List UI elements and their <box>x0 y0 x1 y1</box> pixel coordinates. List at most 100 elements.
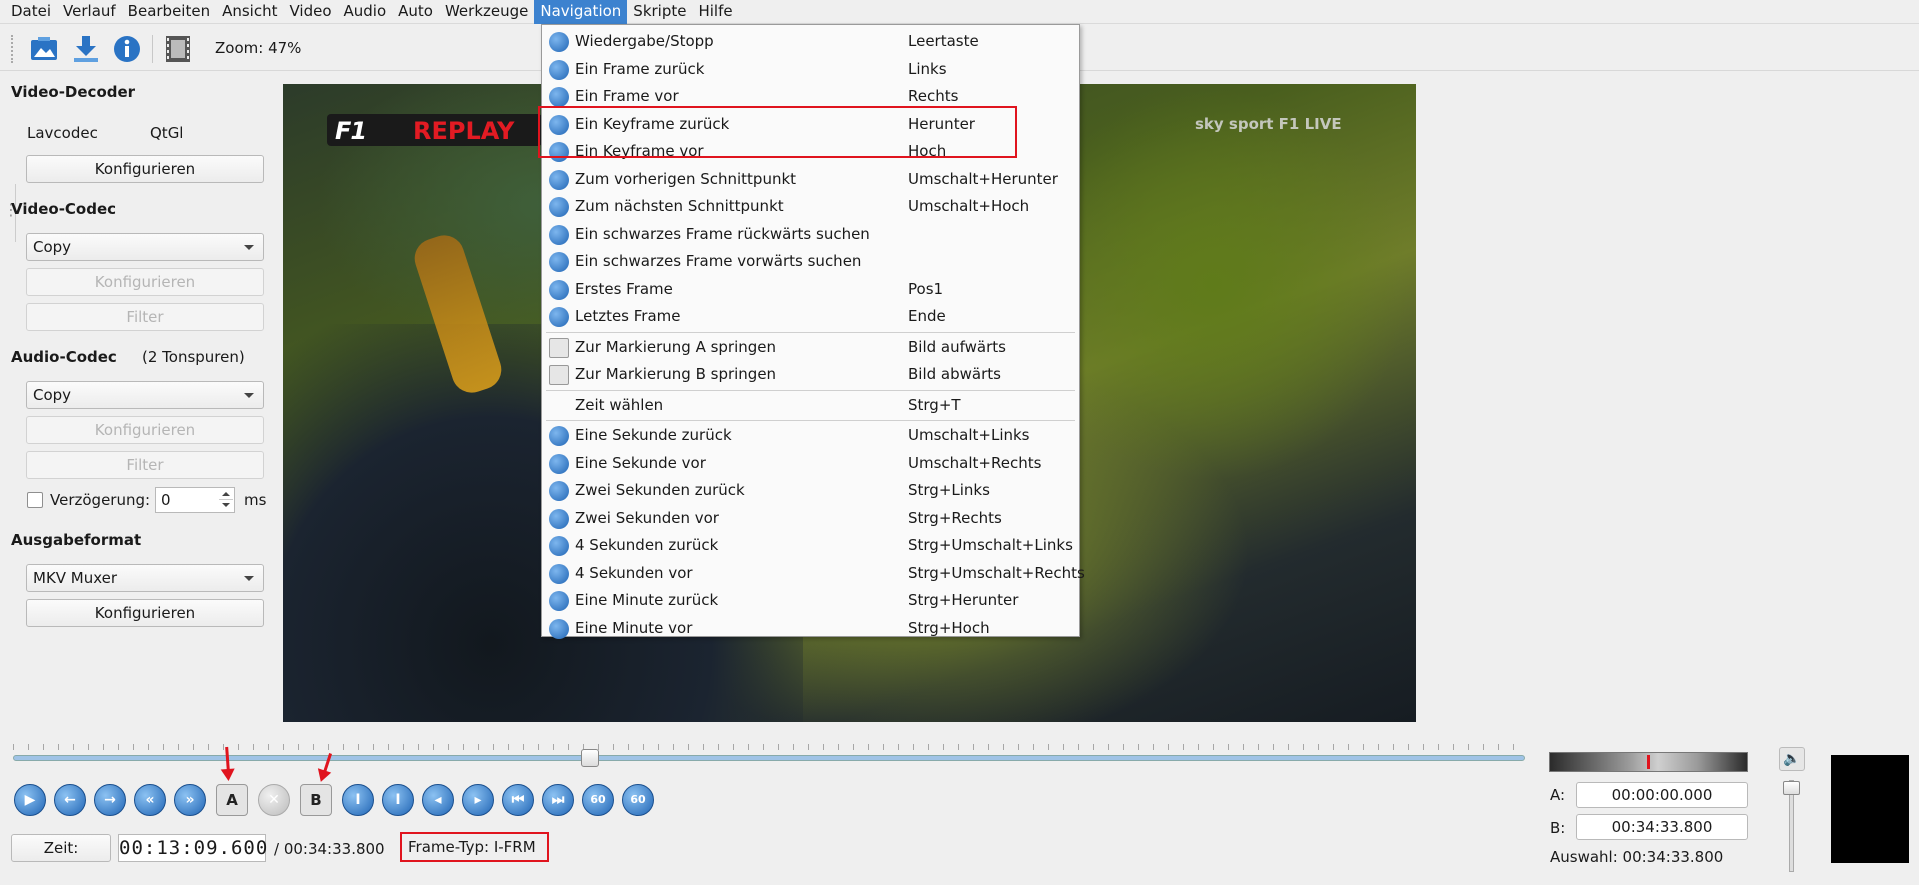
last-frame-icon <box>549 307 569 327</box>
film-strip-icon[interactable] <box>162 33 194 65</box>
menu-auto[interactable]: Auto <box>392 0 439 24</box>
nav-menu-item[interactable]: Erstes Frame Pos1 <box>542 276 1079 303</box>
frame-back-icon <box>549 59 569 80</box>
nav-menu-label: Zwei Sekunden zurück <box>575 481 745 499</box>
marker-a-label: A: <box>1550 786 1566 804</box>
nav-menu-item[interactable]: Zur Markierung B springen Bild abwärts <box>542 361 1079 388</box>
frame-type-label: Frame-Typ: I-FRM <box>400 832 549 862</box>
nav-menu-item[interactable]: Zwei Sekunden zurück Strg+Links <box>542 477 1079 504</box>
nav-menu-item[interactable]: Eine Minute zurück Strg+Herunter <box>542 587 1079 614</box>
speaker-icon[interactable]: 🔈 <box>1779 747 1805 771</box>
play-button[interactable]: ▶ <box>14 784 46 816</box>
video-configure-button[interactable]: Konfigurieren <box>26 268 264 296</box>
video-filter-button[interactable]: Filter <box>26 303 264 331</box>
nav-menu-item[interactable]: Ein schwarzes Frame rückwärts suchen <box>542 221 1079 248</box>
zeit-button[interactable]: Zeit: <box>11 834 111 862</box>
minute-back-button[interactable]: 60 <box>582 784 614 816</box>
toolbar-grip[interactable] <box>11 35 15 63</box>
seek-slider[interactable] <box>13 755 1525 761</box>
set-marker-b-button[interactable]: B <box>300 784 332 816</box>
spin-down-icon[interactable] <box>219 500 233 511</box>
nav-menu-label: Zur Markierung B springen <box>575 365 777 383</box>
open-video-icon[interactable] <box>28 33 60 65</box>
info-icon[interactable] <box>111 33 143 65</box>
black-frame-forward-button[interactable]: ▸ <box>462 784 494 816</box>
nav-menu-shortcut: Rechts <box>908 87 959 105</box>
keyframe-forward-button[interactable]: » <box>174 784 206 816</box>
marker-a-field[interactable]: 00:00:00.000 <box>1576 782 1748 808</box>
nav-menu-item[interactable]: Zwei Sekunden vor Strg+Rechts <box>542 505 1079 532</box>
seek-slider-handle[interactable] <box>581 749 599 767</box>
menu-navigation[interactable]: Navigation <box>534 0 628 24</box>
delay-spinbox[interactable]: 0 <box>155 487 235 513</box>
menu-video[interactable]: Video <box>283 0 337 24</box>
menu-audio[interactable]: Audio <box>338 0 393 24</box>
menu-hilfe[interactable]: Hilfe <box>692 0 738 24</box>
audio-filter-button[interactable]: Filter <box>26 451 264 479</box>
chevron-down-icon <box>244 393 254 398</box>
decoder-configure-button[interactable]: Konfigurieren <box>26 155 264 183</box>
last-frame-button[interactable]: ⏭ <box>542 784 574 816</box>
menu-werkzeuge[interactable]: Werkzeuge <box>439 0 534 24</box>
nav-menu-item[interactable]: 4 Sekunden zurück Strg+Umschalt+Links <box>542 532 1079 559</box>
first-frame-button[interactable]: ⏮ <box>502 784 534 816</box>
channel-logo: sky sport F1 LIVE <box>1195 115 1342 133</box>
menu-datei[interactable]: Datei <box>5 0 57 24</box>
nav-menu-item[interactable]: 4 Sekunden vor Strg+Umschalt+Rechts <box>542 560 1085 587</box>
nav-menu-item[interactable]: Eine Minute vor Strg+Hoch <box>542 615 1079 642</box>
video-codec-select[interactable]: Copy <box>26 233 264 261</box>
keyframe-back-button[interactable]: « <box>134 784 166 816</box>
nav-menu-label: 4 Sekunden vor <box>575 563 693 582</box>
marker-b-label: B: <box>1550 819 1566 837</box>
frame-forward-button[interactable]: → <box>94 784 126 816</box>
minute-forward-button[interactable]: 60 <box>622 784 654 816</box>
nav-menu-shortcut: Ende <box>908 307 946 325</box>
nav-menu-label: Zwei Sekunden vor <box>575 508 719 527</box>
nav-menu-item[interactable]: Letztes Frame Ende <box>542 303 1079 330</box>
nav-menu-shortcut: Pos1 <box>908 279 944 298</box>
nav-menu-label: Erstes Frame <box>575 279 673 298</box>
replay-overlay: F1 REPLAY <box>327 114 542 146</box>
nav-menu-item[interactable]: Eine Sekunde vor Umschalt+Rechts <box>542 450 1079 477</box>
minute-back-icon <box>549 591 569 611</box>
save-video-icon[interactable] <box>70 33 102 65</box>
volume-slider-handle[interactable] <box>1783 781 1800 795</box>
audio-preview-pane <box>1831 755 1909 863</box>
nav-menu-item[interactable]: Zeit wählen Strg+T <box>542 392 1079 419</box>
next-cut-button[interactable]: I <box>382 784 414 816</box>
nav-menu-label: Ein Frame vor <box>575 87 679 105</box>
menu-ansicht[interactable]: Ansicht <box>216 0 283 24</box>
black-frame-back-button[interactable]: ◂ <box>422 784 454 816</box>
muxer-select[interactable]: MKV Muxer <box>26 564 264 592</box>
reset-markers-button[interactable]: ✕ <box>258 784 290 816</box>
nav-menu-shortcut: Strg+Rechts <box>908 508 1002 527</box>
muxer-configure-button[interactable]: Konfigurieren <box>26 599 264 627</box>
menu-bearbeiten[interactable]: Bearbeiten <box>122 0 216 24</box>
nav-menu-label: Zum vorherigen Schnittpunkt <box>575 169 797 188</box>
delay-checkbox[interactable] <box>27 492 43 508</box>
prev-cut-button[interactable]: I <box>342 784 374 816</box>
current-time-field[interactable]: 00:13:09.600 <box>118 834 267 862</box>
frame-back-button[interactable]: ← <box>54 784 86 816</box>
slider-ticks <box>13 744 1525 750</box>
menu-skripte[interactable]: Skripte <box>627 0 692 24</box>
nav-menu-item[interactable]: Ein Frame zurück Links <box>542 56 1079 83</box>
nav-menu-shortcut: Strg+T <box>908 395 961 414</box>
nav-menu-item[interactable]: Zur Markierung A springen Bild aufwärts <box>542 334 1079 361</box>
set-marker-a-button[interactable]: A <box>216 784 248 816</box>
spin-up-icon[interactable] <box>219 489 233 500</box>
menu-verlauf[interactable]: Verlauf <box>57 0 122 24</box>
nav-menu-shortcut: Strg+Umschalt+Rechts <box>908 563 1085 582</box>
nav-menu-item[interactable]: Eine Sekunde zurück Umschalt+Links <box>542 422 1079 449</box>
nav-menu-item[interactable]: Zum nächsten Schnittpunkt Umschalt+Hoch <box>542 193 1079 220</box>
nav-menu-item[interactable]: Zum vorherigen Schnittpunkt Umschalt+Heru… <box>542 166 1079 193</box>
nav-menu-item[interactable]: Ein schwarzes Frame vorwärts suchen <box>542 248 1079 275</box>
nav-menu-shortcut: Strg+Herunter <box>908 591 1019 609</box>
nav-menu-item[interactable]: Wiedergabe/Stopp Leertaste <box>542 28 1079 55</box>
nav-menu-label: Ein schwarzes Frame rückwärts suchen <box>575 224 870 243</box>
output-format-heading: Ausgabeformat <box>11 531 142 549</box>
marker-b-field[interactable]: 00:34:33.800 <box>1576 814 1748 840</box>
audio-codec-select[interactable]: Copy <box>26 381 264 409</box>
total-time-label: / 00:34:33.800 <box>274 840 385 858</box>
audio-configure-button[interactable]: Konfigurieren <box>26 416 264 444</box>
